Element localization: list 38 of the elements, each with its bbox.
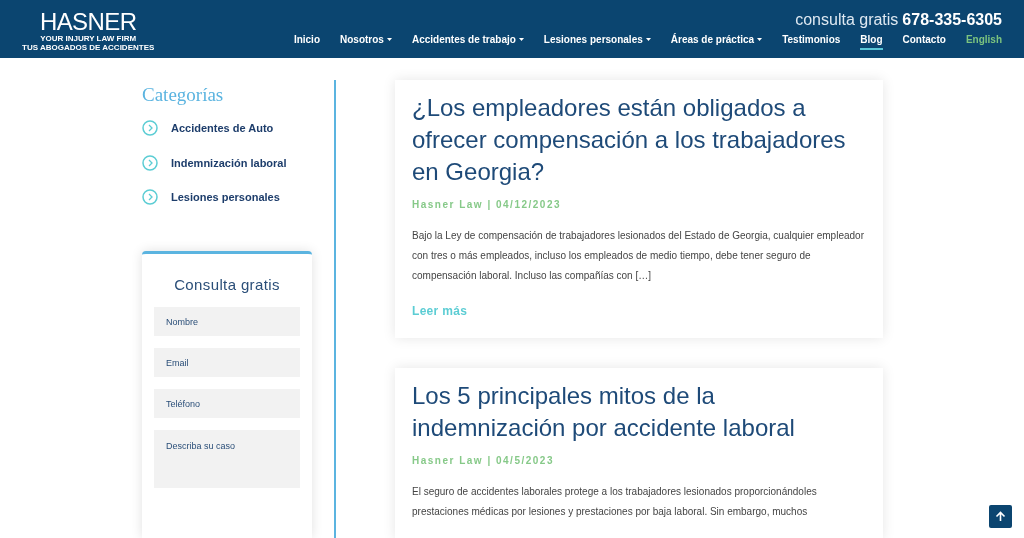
language-link[interactable]: English xyxy=(965,32,1002,50)
nav-link[interactable]: Áreas de práctica xyxy=(670,32,763,50)
caret-icon xyxy=(386,38,392,41)
category-link[interactable]: Lesiones personales xyxy=(171,189,280,206)
form-title: Consulta gratis xyxy=(173,274,281,295)
contact-label: consulta gratis xyxy=(795,10,899,30)
input-field[interactable]: Nombre xyxy=(154,307,300,336)
logo-tagline: YOUR INJURY LAW FIRM xyxy=(40,34,137,43)
caret-icon xyxy=(645,38,651,41)
post-excerpt: Bajo la Ley de compensación de trabajadores lesionados del Estado de Georgia, cualquier empleador con tres o más empleados, incluso los empleados de medio tiempo, debe tener seguro de compensación laboral. Incluso las compañías con […] xyxy=(412,229,865,283)
nav-link[interactable]: Inicio xyxy=(293,32,320,50)
caret-icon xyxy=(518,38,524,41)
scroll-to-top-button[interactable] xyxy=(989,505,1012,528)
chevron-circle-icon xyxy=(142,154,158,171)
nav-link[interactable]: Nosotros xyxy=(340,32,392,50)
nav-link[interactable]: Blog xyxy=(860,32,883,50)
post-title[interactable]: ¿Los empleadores están obligados a ofrecer compensación a los trabajadores en Georgia? xyxy=(412,92,852,188)
input-field[interactable]: Teléfono xyxy=(154,389,300,418)
category-link[interactable]: Indemnización laboral xyxy=(171,154,287,171)
message-field[interactable]: Describa su caso xyxy=(154,430,300,488)
post-meta: Hasner Law | 04/12/2023 xyxy=(412,198,563,212)
post-title[interactable]: Los 5 principales mitos de la indemnización por accidente laboral xyxy=(412,380,852,444)
chevron-circle-icon xyxy=(142,189,158,206)
phone-number[interactable]: 678-335-6305 xyxy=(902,8,1002,32)
arrow-up-icon xyxy=(995,511,1006,522)
post-excerpt: El seguro de accidentes laborales protege a los trabajadores lesionados proporcionándoles prestaciones médicas por lesiones y prestaciones por baja laboral. Sin embargo, muchos xyxy=(412,485,818,519)
logo[interactable]: HASNER xyxy=(39,10,137,34)
category-link[interactable]: Accidentes de Auto xyxy=(171,120,274,137)
sidebar-heading: Categorías xyxy=(142,83,225,107)
chevron-circle-icon xyxy=(142,120,158,137)
nav-link[interactable]: Lesiones personales xyxy=(543,32,651,50)
post-meta: Hasner Law | 04/5/2023 xyxy=(412,454,555,468)
input-field[interactable]: Email xyxy=(154,348,300,377)
nav-link[interactable]: Accidentes de trabajo xyxy=(411,32,524,50)
nav-link[interactable]: Testimonios xyxy=(782,32,841,50)
logo-tagline: TUS ABOGADOS DE ACCIDENTES xyxy=(22,43,155,52)
nav-link[interactable]: Contacto xyxy=(902,32,946,50)
caret-icon xyxy=(757,38,763,41)
